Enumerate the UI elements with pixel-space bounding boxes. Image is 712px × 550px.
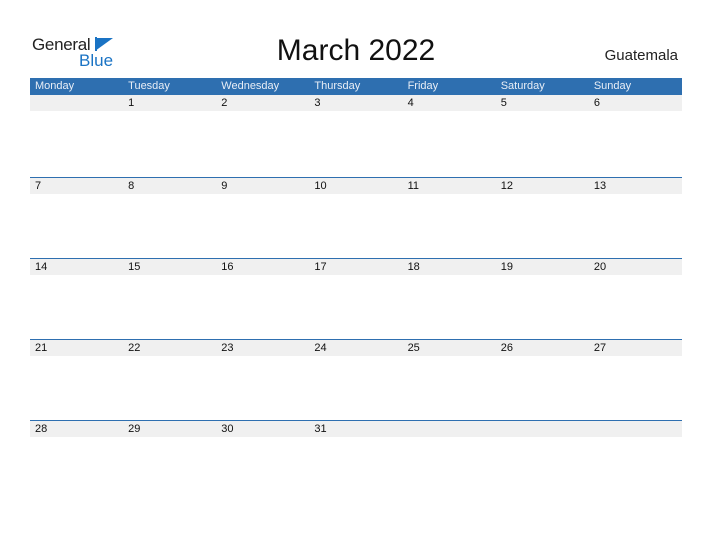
date-strip: 1 2 3 4 5 6: [30, 95, 682, 111]
day-cell: 12: [500, 180, 513, 192]
weekday-wednesday: Wednesday: [221, 80, 280, 92]
day-cell: [403, 421, 496, 437]
day-cell: 18: [407, 261, 420, 273]
day-cell: 30: [221, 423, 234, 435]
day-cell: 20: [593, 261, 607, 273]
date-strip: 21 22 23 24 25 26 27: [30, 340, 682, 356]
weekday-sunday: Sunday: [593, 80, 632, 92]
day-cell: 19: [500, 261, 513, 273]
day-cell: 6: [593, 97, 600, 109]
day-cell: [30, 95, 123, 111]
week-row: 1 2 3 4 5 6: [30, 95, 682, 176]
day-cell: 3: [314, 97, 321, 109]
day-cell: 26: [500, 342, 513, 354]
day-cell: 31: [314, 423, 327, 435]
day-cell: 17: [314, 261, 327, 273]
day-cell: [496, 421, 589, 437]
date-strip: 28 29 30 31: [30, 421, 682, 437]
day-cell: 9: [221, 180, 228, 192]
week-row: 21 22 23 24 25 26 27: [30, 339, 682, 420]
day-cell: 23: [221, 342, 234, 354]
day-cell: 14: [35, 261, 48, 273]
day-cell: 5: [500, 97, 507, 109]
day-cell: 2: [221, 97, 228, 109]
day-cell: 15: [128, 261, 141, 273]
day-cell: 29: [128, 423, 141, 435]
day-cell: 22: [128, 342, 141, 354]
day-cell: 28: [35, 423, 48, 435]
weekday-saturday: Saturday: [500, 80, 545, 92]
day-cell: 24: [314, 342, 327, 354]
day-cell: 10: [314, 180, 327, 192]
date-strip: 7 8 9 10 11 12 13: [30, 178, 682, 194]
week-row: 28 29 30 31: [30, 420, 682, 501]
weekday-monday: Monday: [35, 80, 75, 92]
day-cell: 4: [407, 97, 414, 109]
day-cell: 7: [35, 180, 42, 192]
week-row: 7 8 9 10 11 12 13: [30, 177, 682, 258]
date-strip: 14 15 16 17 18 19 20: [30, 259, 682, 275]
day-cell: [589, 421, 682, 437]
weekday-friday: Friday: [407, 80, 439, 92]
weekday-header: Monday Tuesday Wednesday Thursday Friday…: [30, 78, 682, 95]
day-cell: 21: [35, 342, 48, 354]
weekday-tuesday: Tuesday: [128, 80, 170, 92]
day-cell: 11: [407, 180, 419, 192]
day-cell: 13: [593, 180, 607, 192]
weekday-thursday: Thursday: [314, 80, 361, 92]
country-name: Guatemala: [604, 47, 678, 64]
day-cell: 1: [128, 97, 135, 109]
day-cell: 27: [593, 342, 607, 354]
week-row: 14 15 16 17 18 19 20: [30, 258, 682, 339]
day-cell: 25: [407, 342, 420, 354]
day-cell: 8: [128, 180, 135, 192]
day-cell: 16: [221, 261, 234, 273]
